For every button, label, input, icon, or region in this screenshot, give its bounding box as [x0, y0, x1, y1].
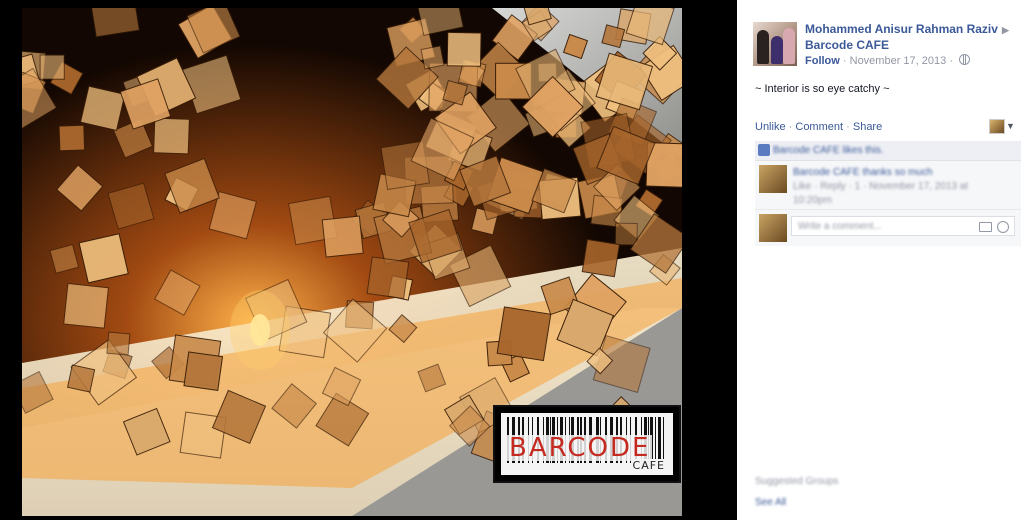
author-avatar[interactable]: [753, 22, 797, 66]
comment-meta[interactable]: Like · Reply · 1 · November 17, 2013 at: [793, 181, 968, 192]
emoticon-icon[interactable]: [997, 221, 1009, 233]
meta-separator: ·: [842, 55, 850, 67]
page-name-link[interactable]: Barcode CAFE: [805, 38, 889, 52]
post-actions: Unlike · Comment · Share: [755, 121, 882, 133]
meta-separator: ·: [949, 55, 957, 67]
post-sidebar: Mohammed Anisur Rahman Raziv ▶ Barcode CA…: [737, 0, 1024, 520]
author-name-row: Mohammed Anisur Rahman Raziv ▶: [805, 22, 1009, 36]
post-header: Mohammed Anisur Rahman Raziv ▶ Barcode CA…: [753, 20, 1015, 70]
author-name-link[interactable]: Mohammed Anisur Rahman Raziv: [805, 22, 998, 36]
comment-input[interactable]: Write a comment...: [791, 216, 1015, 236]
comment-item: Barcode CAFE thanks so much Like · Reply…: [755, 161, 1021, 210]
arrow-right-icon: ▶: [1001, 25, 1009, 35]
viewer-avatar: [759, 214, 787, 242]
post-meta: Follow · November 17, 2013 ·: [805, 54, 971, 67]
comment-placeholder: Write a comment...: [798, 221, 882, 232]
logo-cafe-text: CAFE: [630, 459, 667, 472]
suggested-groups-label: Suggested Groups: [755, 476, 839, 487]
post-caption: ~ Interior is so eye catchy ~: [755, 83, 890, 95]
comment-time: 10:20pm: [793, 195, 832, 206]
post-as-page-thumbnail[interactable]: [989, 119, 1005, 134]
chevron-down-icon[interactable]: ▼: [1006, 121, 1015, 131]
logo-brand-text: BARCODE: [507, 433, 653, 463]
photo[interactable]: BARCODE CAFE: [22, 8, 682, 516]
unlike-link[interactable]: Unlike: [755, 121, 786, 133]
write-comment-row: Write a comment...: [755, 210, 1021, 246]
like-thumb-icon: [758, 144, 770, 156]
globe-icon[interactable]: [959, 54, 971, 65]
share-link[interactable]: Share: [853, 121, 882, 133]
barcode-cafe-logo: BARCODE CAFE: [493, 405, 681, 483]
comment-link[interactable]: Comment: [795, 121, 843, 133]
likes-text[interactable]: Barcode CAFE likes this.: [773, 145, 884, 156]
likes-bar: Barcode CAFE likes this.: [755, 141, 1021, 161]
follow-link[interactable]: Follow: [805, 55, 840, 67]
action-separator: ·: [846, 121, 853, 133]
commenter-avatar[interactable]: [759, 165, 787, 193]
photo-stage: BARCODE CAFE: [0, 0, 737, 520]
camera-icon[interactable]: [979, 222, 992, 232]
comment-text: Barcode CAFE thanks so much: [793, 167, 933, 178]
post-date[interactable]: November 17, 2013: [850, 55, 947, 67]
see-all-link[interactable]: See All: [755, 497, 786, 508]
